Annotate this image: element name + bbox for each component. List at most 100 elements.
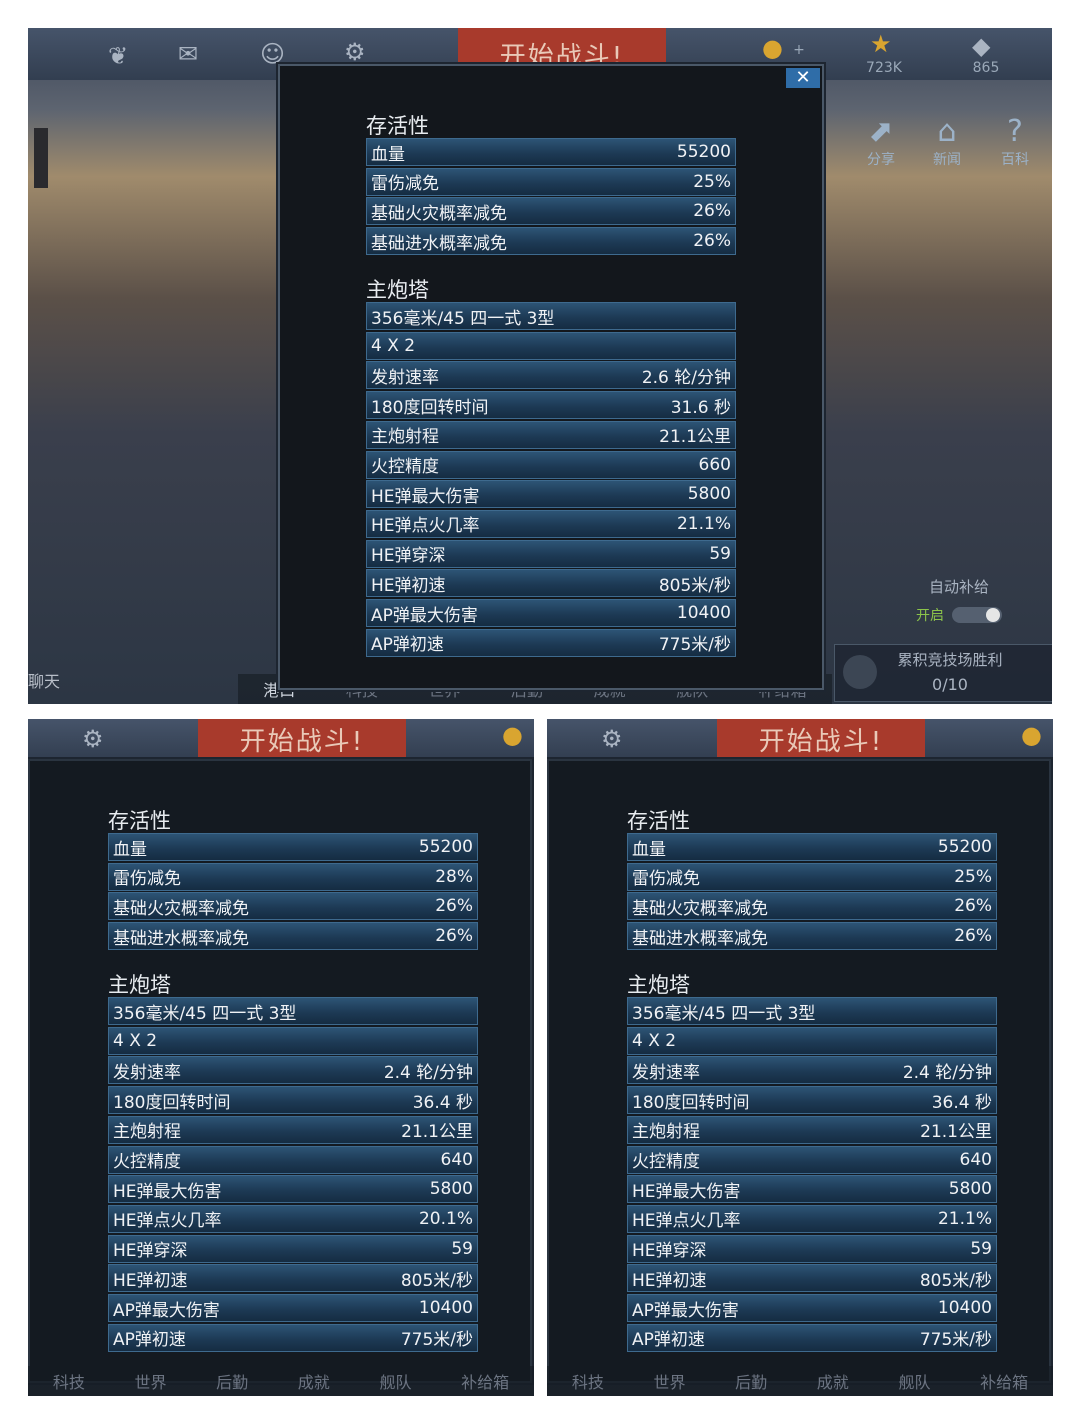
stat-label: AP弹初速	[113, 1330, 186, 1351]
ship-stats-panel: 存活性 血量 55200 雷伤减免 28% 基础火灾概率减免 26% 基础进水概率减免 26%…	[28, 759, 532, 1383]
stat-row: 180度回转时间 36.4 秒	[627, 1086, 997, 1115]
stat-label: HE弹穿深	[371, 546, 446, 567]
stat-row: AP弹初速 775米/秒	[366, 628, 736, 657]
stat-value: 26%	[435, 896, 473, 917]
top-bar: ⚙ 开始战斗! ●	[547, 719, 1053, 759]
chat-label[interactable]: 聊天	[28, 668, 60, 692]
stat-value: 805米/秒	[919, 1270, 992, 1291]
stat-value: 805米/秒	[400, 1270, 473, 1291]
nav-world[interactable]: 世界	[653, 1369, 685, 1393]
stat-row: 基础进水概率减免 26%	[627, 922, 997, 951]
lighthouse-icon	[34, 128, 48, 188]
stat-row: HE弹初速 805米/秒	[366, 569, 736, 598]
stat-value: 25%	[693, 171, 731, 192]
nav-logistics[interactable]: 后勤	[216, 1369, 248, 1393]
stat-label: 发射速率	[632, 1062, 700, 1083]
stat-label: 180度回转时间	[113, 1092, 231, 1113]
nav-achievements[interactable]: 成就	[817, 1369, 849, 1393]
share-button[interactable]: ⬈ 分享	[854, 114, 908, 169]
stat-row: HE弹点火几率 21.1%	[366, 509, 736, 538]
nav-tech[interactable]: 科技	[53, 1369, 85, 1393]
mail-icon[interactable]: ✉	[178, 40, 198, 68]
nav-achievements[interactable]: 成就	[298, 1369, 330, 1393]
stat-row: 发射速率 2.4 轮/分钟	[108, 1056, 478, 1085]
survival-section-title: 存活性	[366, 114, 429, 138]
stat-value: 21.1公里	[920, 1122, 992, 1143]
gold-coin-icon[interactable]: ●	[1021, 721, 1042, 749]
stat-label: 火控精度	[632, 1152, 700, 1172]
close-button[interactable]: ✕	[786, 68, 820, 88]
stat-label: 356毫米/45 四一式 3型	[113, 1003, 297, 1024]
stat-row: 180度回转时间 36.4 秒	[108, 1086, 478, 1115]
ship-stats-panel: 存活性 血量 55200 雷伤减免 25% 基础火灾概率减免 26% 基础进水概率减免 26%…	[547, 759, 1051, 1383]
stat-value: 660	[698, 454, 731, 475]
stat-row: 基础火灾概率减免 26%	[366, 197, 736, 226]
stat-value: 775米/秒	[400, 1330, 473, 1351]
stat-label: 4 X 2	[113, 1030, 158, 1051]
stat-row: 4 X 2	[627, 1026, 997, 1055]
stat-value: 26%	[693, 231, 731, 252]
settings-gear-icon[interactable]: ⚙	[82, 725, 104, 753]
survival-section-title: 存活性	[108, 809, 171, 833]
stat-row: 主炮射程 21.1公里	[366, 420, 736, 449]
stat-label: 雷伤减免	[371, 174, 439, 195]
nav-supply-box[interactable]: 补给箱	[461, 1369, 509, 1393]
nav-fleet[interactable]: 舰队	[379, 1369, 411, 1393]
settings-gear-icon[interactable]: ⚙	[601, 725, 623, 753]
close-icon: ✕	[795, 67, 811, 88]
stat-value: 640	[959, 1149, 992, 1170]
stat-value: 640	[440, 1149, 473, 1170]
stat-row: HE弹点火几率 21.1%	[627, 1204, 997, 1233]
stat-row: AP弹初速 775米/秒	[627, 1323, 997, 1352]
stat-value: 2.6 轮/分钟	[641, 367, 731, 388]
gold-coin-icon[interactable]: ●	[502, 721, 523, 749]
start-battle-button[interactable]: 开始战斗!	[198, 719, 406, 759]
stat-row: HE弹点火几率 20.1%	[108, 1204, 478, 1233]
stat-row: 基础火灾概率减免 26%	[627, 892, 997, 921]
stat-value: 26%	[954, 926, 992, 947]
stat-label: HE弹穿深	[113, 1241, 188, 1262]
fleet-wings-icon[interactable]: ❦	[108, 42, 128, 70]
stat-label: 火控精度	[371, 457, 439, 477]
stat-label: HE弹最大伤害	[113, 1181, 222, 1202]
stat-label: 180度回转时间	[632, 1092, 750, 1113]
settings-gear-icon[interactable]: ⚙	[344, 38, 366, 66]
arena-progress[interactable]: 累积竞技场胜利 0/10	[834, 644, 1052, 702]
stat-row: 356毫米/45 四一式 3型	[627, 997, 997, 1025]
stat-label: HE弹最大伤害	[632, 1181, 741, 1202]
start-battle-button[interactable]: 开始战斗!	[717, 719, 925, 759]
stat-label: HE弹初速	[113, 1270, 188, 1291]
stat-label: 发射速率	[371, 367, 439, 388]
ship-stats-panel: ✕ 存活性 血量 55200 雷伤减免 25% 基础火灾概率减免 26% 基础进水概率减免 2…	[278, 64, 824, 690]
gem-icon: ◆	[972, 32, 991, 60]
gold-add-button[interactable]: +	[792, 42, 806, 58]
wiki-question-icon: ?	[1007, 114, 1023, 149]
nav-supply-box[interactable]: 补给箱	[980, 1369, 1028, 1393]
nav-fleet[interactable]: 舰队	[898, 1369, 930, 1393]
stat-row: 发射速率 2.6 轮/分钟	[366, 361, 736, 390]
wiki-button[interactable]: ? 百科	[988, 114, 1042, 169]
stat-label: 主炮射程	[632, 1122, 700, 1143]
stat-label: 雷伤减免	[113, 869, 181, 890]
stat-row: 基础进水概率减免 26%	[108, 922, 478, 951]
stat-label: HE弹点火几率	[113, 1211, 222, 1232]
bottom-nav: 科技 世界 后勤 成就 舰队 补给箱	[547, 1366, 1053, 1396]
nav-logistics[interactable]: 后勤	[735, 1369, 767, 1393]
stat-row: 血量 55200	[366, 138, 736, 166]
gold-coin-icon[interactable]: ●	[762, 34, 783, 62]
nav-world[interactable]: 世界	[134, 1369, 166, 1393]
stat-value: 21.1公里	[659, 427, 731, 448]
news-button[interactable]: ⌂ 新闻	[920, 114, 974, 169]
stat-row: HE弹最大伤害 5800	[627, 1175, 997, 1204]
auto-supply-toggle[interactable]	[952, 607, 1002, 623]
stat-value: 2.4 轮/分钟	[902, 1062, 992, 1083]
stat-row: 基础进水概率减免 26%	[366, 227, 736, 256]
stat-label: HE弹初速	[632, 1270, 707, 1291]
stat-row: AP弹最大伤害 10400	[366, 599, 736, 627]
arena-icon	[843, 655, 877, 689]
turret-section-title: 主炮塔	[366, 278, 429, 302]
stat-row: 火控精度 640	[108, 1145, 478, 1174]
stat-row: AP弹最大伤害 10400	[108, 1294, 478, 1322]
stat-label: 4 X 2	[632, 1030, 677, 1051]
nav-tech[interactable]: 科技	[572, 1369, 604, 1393]
